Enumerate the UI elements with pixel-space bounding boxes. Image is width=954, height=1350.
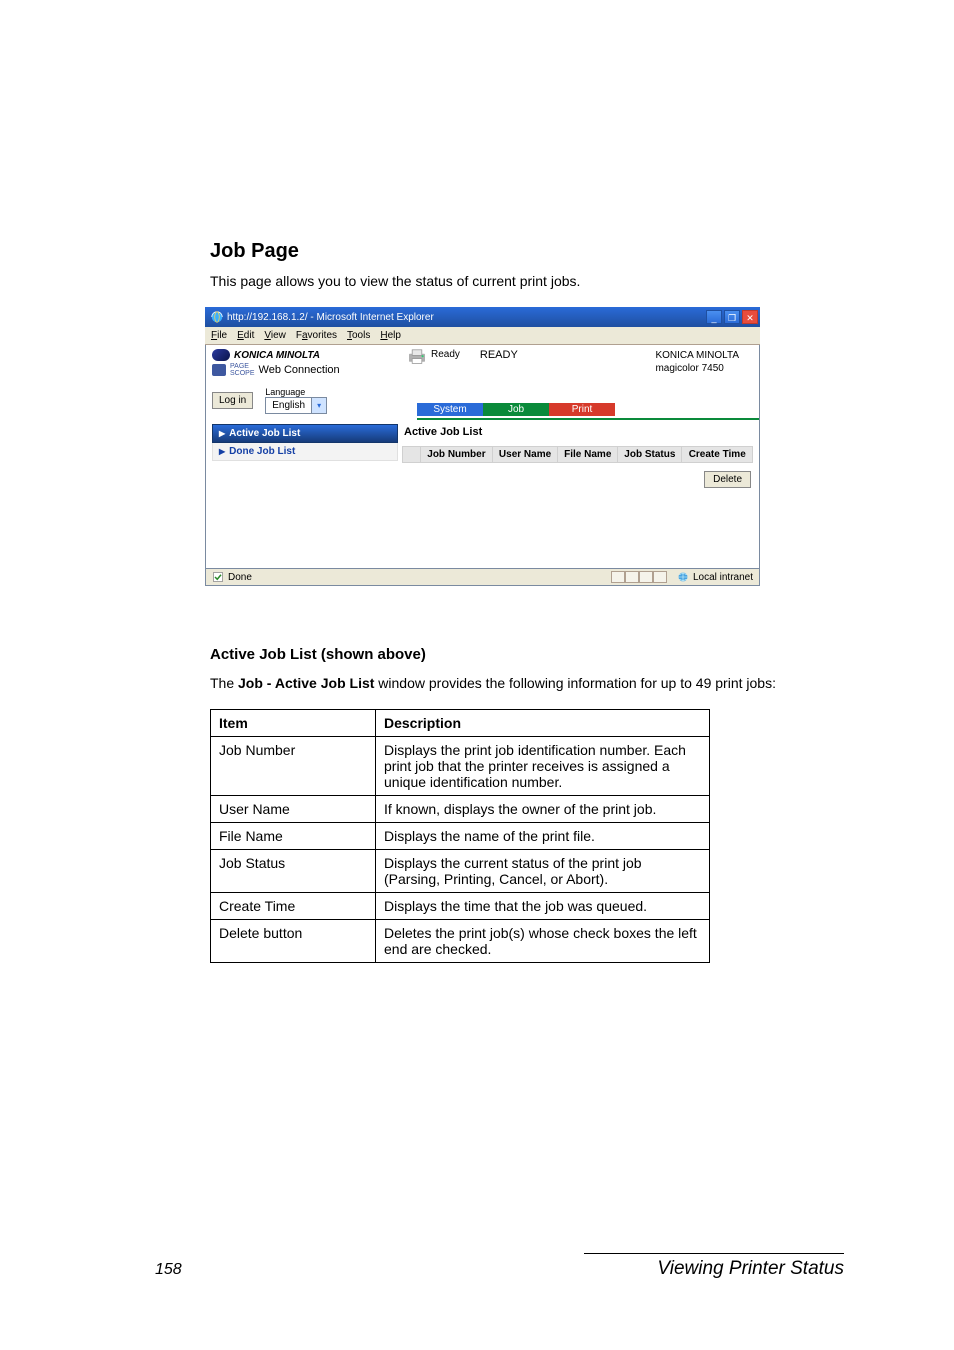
info-item: Job Number bbox=[211, 737, 376, 796]
info-desc: Deletes the print job(s) whose check box… bbox=[376, 920, 710, 963]
tab-print[interactable]: Print bbox=[549, 403, 615, 416]
sidebar-done-label: Done Job List bbox=[229, 446, 295, 457]
menu-file[interactable]: File bbox=[211, 330, 227, 341]
info-desc: Displays the current status of the print… bbox=[376, 850, 710, 893]
table-row: Job StatusDisplays the current status of… bbox=[211, 850, 710, 893]
konica-badge-icon bbox=[212, 349, 230, 361]
info-table: Item Description Job NumberDisplays the … bbox=[210, 709, 710, 963]
menu-help[interactable]: Help bbox=[380, 330, 401, 341]
browser-body: KONICA MINOLTA PAGE SCOPE Web Connection… bbox=[205, 345, 760, 568]
sidebar-done-job-list[interactable]: ▶ Done Job List bbox=[212, 443, 398, 461]
triangle-right-icon: ▶ bbox=[219, 429, 225, 438]
login-button[interactable]: Log in bbox=[212, 392, 253, 409]
subsection-intro: The Job - Active Job List window provide… bbox=[210, 675, 844, 691]
language-label: Language bbox=[265, 387, 327, 397]
table-row: Delete buttonDeletes the print job(s) wh… bbox=[211, 920, 710, 963]
model-vendor: KONICA MINOLTA bbox=[655, 349, 739, 362]
tab-system[interactable]: System bbox=[417, 403, 483, 416]
model-name: magicolor 7450 bbox=[655, 362, 739, 375]
printer-icon bbox=[407, 349, 427, 365]
browser-statusbar: Done Local intranet bbox=[205, 568, 760, 586]
info-item: Create Time bbox=[211, 893, 376, 920]
col-user-name: User Name bbox=[492, 447, 557, 463]
maximize-button[interactable]: ❐ bbox=[724, 310, 740, 324]
table-row: File NameDisplays the name of the print … bbox=[211, 823, 710, 850]
pagescope-small: PAGE SCOPE bbox=[230, 363, 255, 377]
info-desc: Displays the time that the job was queue… bbox=[376, 893, 710, 920]
info-head-desc: Description bbox=[376, 710, 710, 737]
footer-title: Viewing Printer Status bbox=[657, 1258, 844, 1280]
footer-page-number: 158 bbox=[155, 1261, 182, 1279]
vendor-name: KONICA MINOLTA bbox=[234, 350, 320, 361]
sidebar-active-job-list[interactable]: ▶ Active Job List bbox=[212, 424, 398, 443]
table-row: Job NumberDisplays the print job identif… bbox=[211, 737, 710, 796]
minimize-button[interactable]: _ bbox=[706, 310, 722, 324]
info-item: User Name bbox=[211, 796, 376, 823]
tab-job[interactable]: Job bbox=[483, 403, 549, 416]
col-file-name: File Name bbox=[558, 447, 618, 463]
delete-button[interactable]: Delete bbox=[704, 471, 751, 488]
printer-ready-status: READY bbox=[480, 349, 518, 377]
col-create-time: Create Time bbox=[682, 447, 753, 463]
screenshot: http://192.168.1.2/ - Microsoft Internet… bbox=[205, 307, 760, 586]
window-titlebar: http://192.168.1.2/ - Microsoft Internet… bbox=[205, 307, 760, 327]
intranet-icon bbox=[677, 571, 689, 583]
menu-edit[interactable]: Edit bbox=[237, 330, 254, 341]
pagescope-badge-icon bbox=[212, 364, 226, 376]
info-desc: Displays the print job identification nu… bbox=[376, 737, 710, 796]
chevron-down-icon: ▾ bbox=[311, 398, 326, 413]
webconnection-label: Web Connection bbox=[259, 364, 340, 376]
info-desc: Displays the name of the print file. bbox=[376, 823, 710, 850]
browser-menubar: File Edit View Favorites Tools Help bbox=[205, 327, 760, 345]
statusbar-done: Done bbox=[228, 572, 252, 583]
language-select[interactable]: English ▾ bbox=[265, 397, 327, 414]
table-row: Create TimeDisplays the time that the jo… bbox=[211, 893, 710, 920]
section-heading: Job Page bbox=[210, 240, 844, 263]
info-item: Job Status bbox=[211, 850, 376, 893]
sidebar-active-label: Active Job List bbox=[229, 428, 300, 439]
menu-tools[interactable]: Tools bbox=[347, 330, 370, 341]
ie-icon bbox=[211, 311, 223, 323]
language-value: English bbox=[266, 400, 311, 411]
info-item: Delete button bbox=[211, 920, 376, 963]
window-title-text: http://192.168.1.2/ - Microsoft Internet… bbox=[227, 312, 434, 323]
panel-title: Active Job List bbox=[402, 424, 753, 446]
info-head-item: Item bbox=[211, 710, 376, 737]
section-intro: This page allows you to view the status … bbox=[210, 273, 844, 289]
table-row: User NameIf known, displays the owner of… bbox=[211, 796, 710, 823]
subsection-heading: Active Job List (shown above) bbox=[210, 646, 844, 663]
menu-favorites[interactable]: Favorites bbox=[296, 330, 337, 341]
done-icon bbox=[212, 571, 224, 583]
col-job-number: Job Number bbox=[421, 447, 493, 463]
job-table: Job Number User Name File Name Job Statu… bbox=[402, 446, 753, 463]
info-item: File Name bbox=[211, 823, 376, 850]
triangle-right-icon: ▶ bbox=[219, 447, 225, 456]
menu-view[interactable]: View bbox=[264, 330, 286, 341]
close-button[interactable]: ✕ bbox=[742, 310, 758, 324]
col-checkbox bbox=[403, 447, 421, 463]
statusbar-zone: Local intranet bbox=[693, 572, 753, 583]
page-footer: 158 Viewing Printer Status bbox=[0, 1253, 954, 1280]
col-job-status: Job Status bbox=[618, 447, 682, 463]
info-desc: If known, displays the owner of the prin… bbox=[376, 796, 710, 823]
printer-ready-chip: Ready bbox=[431, 349, 460, 360]
tab-underline bbox=[417, 418, 759, 420]
